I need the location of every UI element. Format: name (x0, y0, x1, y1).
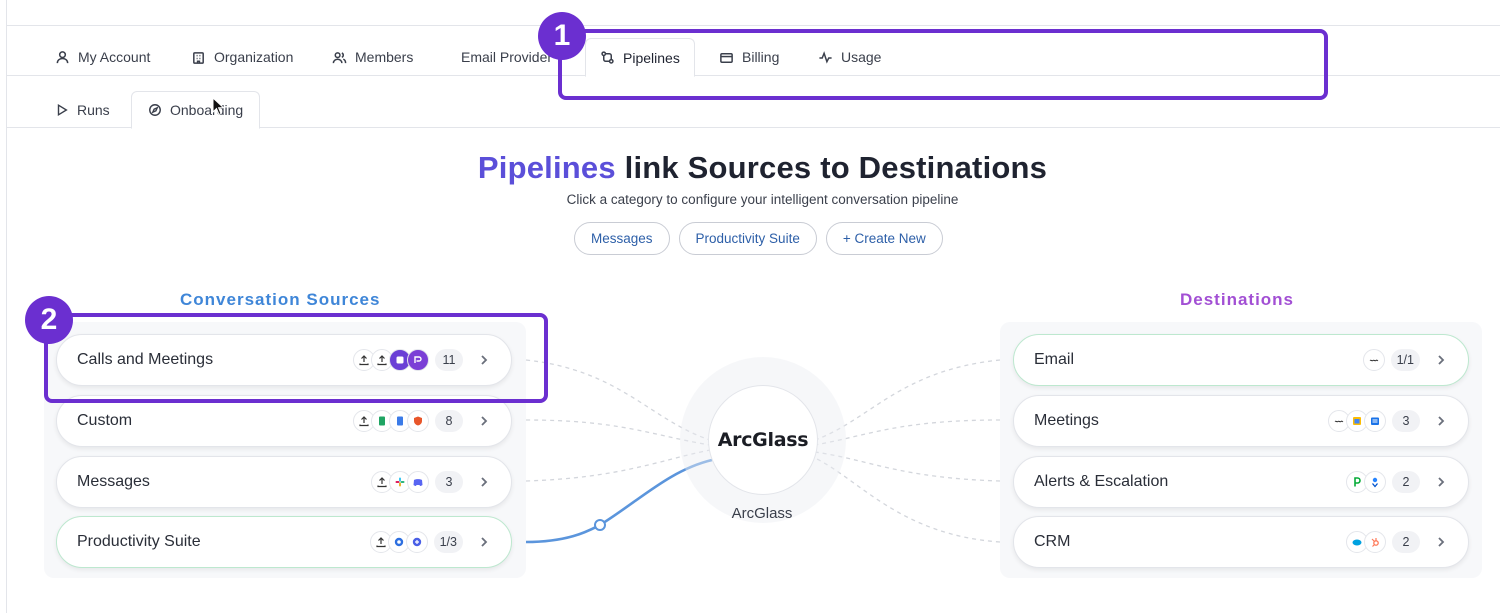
destination-card-alerts-escalation[interactable]: Alerts & Escalation 2 (1013, 456, 1469, 508)
integration-icons: 2 (1346, 531, 1420, 553)
card-count: 3 (1392, 410, 1420, 432)
hub-label: ArcGlass (731, 505, 793, 522)
chevron-right-icon (477, 414, 491, 428)
chevron-right-icon (1434, 353, 1448, 367)
source-card-custom[interactable]: Custom 8 (56, 395, 512, 447)
card-count: 8 (435, 410, 463, 432)
card-name: Calls and Meetings (77, 351, 214, 368)
card-count: 11 (435, 349, 463, 371)
email-app-icon (1362, 349, 1385, 371)
integration-icons: 3 (371, 471, 463, 493)
integration-icons: 1/1 (1362, 349, 1420, 371)
card-count: 2 (1392, 471, 1420, 493)
chevron-right-icon (1434, 535, 1448, 549)
connector-productivity-active (525, 458, 713, 544)
arcglass-logo: ArcGlass (717, 429, 809, 451)
chevron-right-icon (477, 535, 491, 549)
card-name: Productivity Suite (77, 533, 201, 550)
card-name: Alerts & Escalation (1034, 473, 1169, 490)
integration-icons: 2 (1346, 471, 1420, 493)
discord-icon (407, 471, 429, 493)
connector-alerts (814, 451, 1001, 482)
card-name: Meetings (1034, 412, 1099, 429)
connector-meetings (814, 419, 1001, 446)
chevron-right-icon (477, 475, 491, 489)
notes-app-icon (407, 349, 429, 371)
hubspot-icon (1364, 531, 1386, 553)
card-count: 3 (435, 471, 463, 493)
chevron-right-icon (477, 353, 491, 367)
source-card-calls-and-meetings[interactable]: Calls and Meetings 11 (56, 334, 512, 386)
arcglass-hub[interactable]: ArcGlass (708, 385, 818, 495)
workspace-app-icon (405, 531, 428, 553)
card-count: 1/1 (1390, 349, 1420, 371)
annotation-badge-1: 1 (538, 12, 586, 60)
connector-crm (814, 457, 1001, 543)
shield-app-icon (407, 410, 429, 432)
opsgenie-icon (1364, 471, 1386, 493)
destination-card-meetings[interactable]: Meetings 3 (1013, 395, 1469, 447)
connector-node (594, 519, 606, 531)
integration-icons: 3 (1328, 410, 1420, 432)
card-count: 1/3 (433, 531, 463, 553)
connector-calls (525, 359, 711, 441)
annotation-badge-2: 2 (25, 296, 73, 344)
card-count: 2 (1392, 531, 1420, 553)
connector-custom (525, 419, 711, 446)
card-name: Custom (77, 412, 133, 429)
integration-icons: 8 (353, 410, 463, 432)
connector-email (814, 359, 1001, 441)
outlook-calendar-icon (1364, 410, 1386, 432)
integration-icons: 11 (353, 349, 463, 371)
integration-icons: 1/3 (369, 531, 463, 553)
destination-card-email[interactable]: Email 1/1 (1013, 334, 1469, 386)
destination-card-crm[interactable]: CRM 2 (1013, 516, 1469, 568)
card-name: CRM (1034, 533, 1071, 550)
source-card-messages[interactable]: Messages 3 (56, 456, 512, 508)
connector-messages (525, 449, 711, 482)
card-name: Messages (77, 473, 150, 490)
chevron-right-icon (1434, 475, 1448, 489)
card-name: Email (1034, 351, 1075, 368)
chevron-right-icon (1434, 414, 1448, 428)
source-card-productivity-suite[interactable]: Productivity Suite 1/3 (56, 516, 512, 568)
